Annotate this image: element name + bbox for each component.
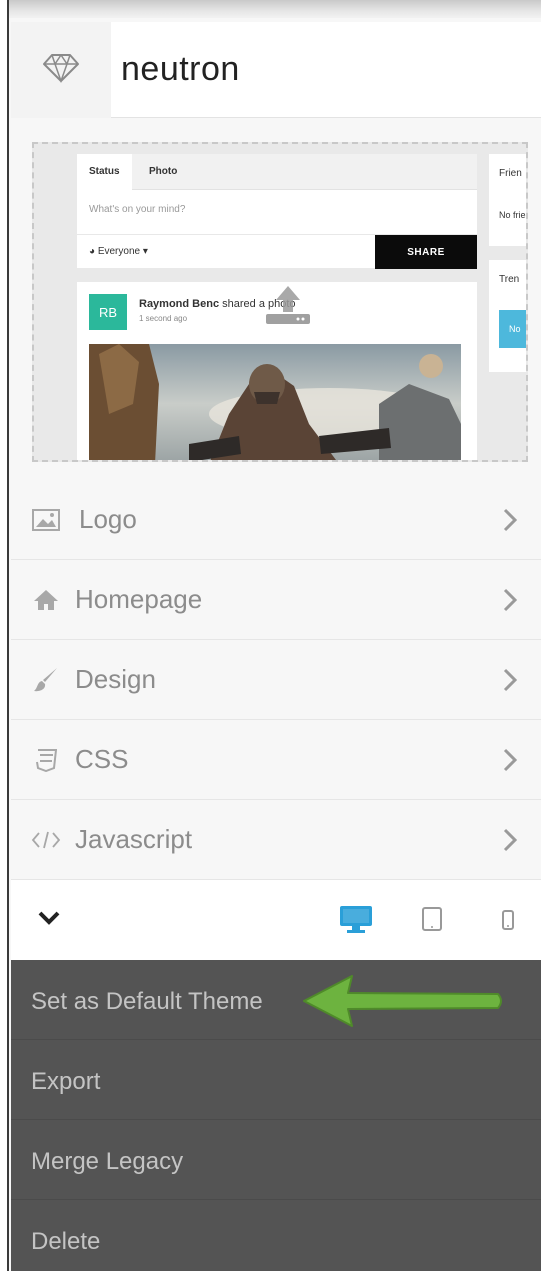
code-icon	[31, 828, 61, 852]
menu-label-homepage: Homepage	[75, 584, 203, 614]
device-toolbar	[11, 880, 541, 960]
phone-icon[interactable]	[501, 904, 515, 939]
theme-header: neutron	[11, 22, 541, 118]
theme-logo	[11, 22, 111, 118]
chevron-right-icon	[503, 748, 518, 777]
top-edge	[0, 0, 541, 18]
delete-button[interactable]: Delete	[11, 1200, 541, 1271]
avatar: RB	[89, 294, 127, 330]
privacy-selector: ◕ Everyone ▾	[89, 246, 148, 257]
menu-item-logo[interactable]: Logo	[11, 480, 541, 560]
chevron-right-icon	[503, 508, 518, 537]
paintbrush-icon	[31, 668, 61, 692]
trending-title: Tren	[499, 274, 520, 285]
status-composer: Status Photo What's on your mind? ◕ Ever…	[77, 154, 477, 269]
diamond-icon	[42, 53, 80, 88]
caret-down-icon: ▾	[142, 246, 148, 257]
left-edge	[0, 0, 9, 1271]
menu-label-css: CSS	[75, 744, 129, 774]
post-author: Raymond Benc	[139, 298, 220, 310]
theme-settings-panel: neutron Status Photo What's on your mind…	[0, 0, 541, 1271]
delete-label: Delete	[31, 1228, 101, 1255]
export-label: Export	[31, 1068, 101, 1095]
merge-legacy-button[interactable]: Merge Legacy	[11, 1120, 541, 1200]
menu-label-javascript: Javascript	[75, 824, 193, 854]
theme-title: neutron	[121, 50, 240, 88]
menu-item-javascript[interactable]: Javascript	[11, 800, 541, 880]
post-time: 1 second ago	[139, 314, 188, 323]
privacy-label: Everyone	[97, 246, 141, 257]
menu-item-design[interactable]: Design	[11, 640, 541, 720]
merge-legacy-label: Merge Legacy	[31, 1148, 184, 1175]
globe-icon: ◕	[89, 246, 96, 257]
chevron-right-icon	[503, 588, 518, 617]
trending-button: No	[499, 310, 526, 348]
upload-icon	[266, 282, 310, 331]
composer-tabs: Status Photo	[77, 154, 477, 190]
friends-card: Frien No frie	[489, 154, 526, 246]
theme-preview[interactable]: Status Photo What's on your mind? ◕ Ever…	[32, 142, 528, 462]
tab-photo: Photo	[149, 166, 178, 177]
composer-placeholder: What's on your mind?	[89, 204, 186, 215]
css3-icon	[31, 748, 61, 772]
friends-text: No frie	[499, 210, 526, 220]
annotation-arrow-icon	[300, 972, 506, 1035]
post-photo	[89, 344, 461, 460]
tablet-icon[interactable]	[421, 904, 443, 939]
chevron-right-icon	[503, 828, 518, 857]
menu-item-css[interactable]: CSS	[11, 720, 541, 800]
friends-title: Frien	[499, 168, 522, 179]
chevron-down-icon[interactable]	[37, 910, 61, 931]
export-button[interactable]: Export	[11, 1040, 541, 1120]
trending-card: Tren No	[489, 260, 526, 372]
desktop-icon[interactable]	[339, 904, 373, 939]
composer-footer: ◕ Everyone ▾ SHARE	[77, 234, 477, 269]
set-default-theme-label: Set as Default Theme	[31, 988, 263, 1015]
chevron-right-icon	[503, 668, 518, 697]
home-icon	[31, 588, 61, 612]
menu-label-design: Design	[75, 664, 156, 694]
tab-status: Status	[77, 154, 132, 190]
menu-label-logo: Logo	[79, 504, 137, 534]
image-icon	[31, 508, 61, 532]
share-button: SHARE	[375, 235, 477, 269]
menu-item-homepage[interactable]: Homepage	[11, 560, 541, 640]
